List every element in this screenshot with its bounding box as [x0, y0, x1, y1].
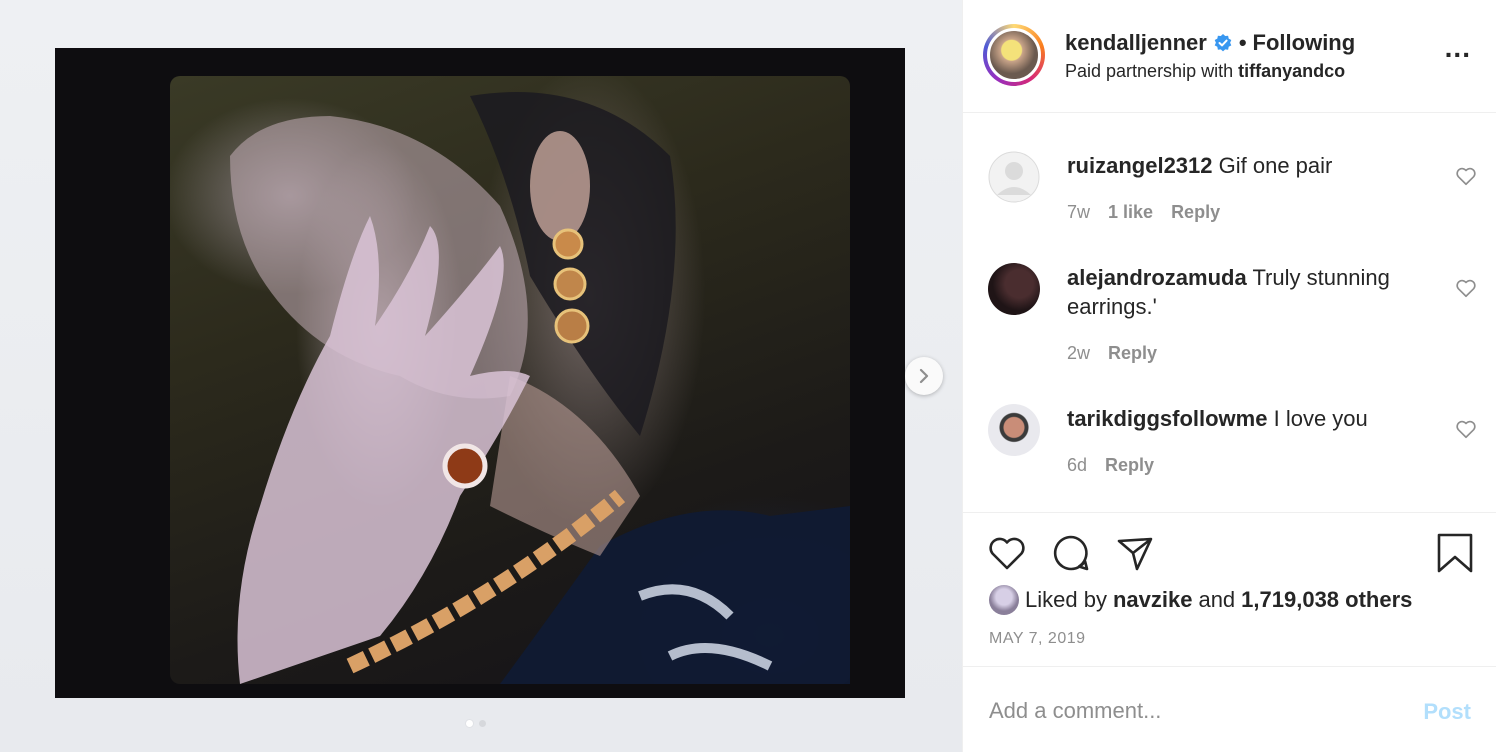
likes-summary: Liked by navzike and 1,719,038 others [989, 585, 1412, 615]
comment-text: I love you [1273, 406, 1368, 431]
comment-time[interactable]: 7w [1067, 202, 1090, 223]
author-username[interactable]: kendalljenner [1065, 30, 1207, 56]
liker-avatar[interactable] [989, 585, 1019, 615]
likes-count[interactable]: 1,719,038 others [1241, 587, 1412, 613]
partner-link[interactable]: tiffanyandco [1238, 61, 1345, 81]
comment-username[interactable]: tarikdiggsfollowme [1067, 406, 1267, 431]
default-avatar-icon [988, 151, 1040, 203]
likes-prefix: Liked by [1025, 587, 1107, 612]
post-media [0, 0, 962, 752]
comment-avatar[interactable] [988, 404, 1040, 456]
reply-button[interactable]: Reply [1105, 455, 1154, 476]
comment-time[interactable]: 6d [1067, 455, 1087, 476]
post-actions: Liked by navzike and 1,719,038 others MA… [963, 512, 1496, 753]
header-title-row: kendalljenner • Following [1065, 30, 1355, 56]
comments-list: ruizangel2312 Gif one pair 7w 1 like Rep… [963, 113, 1496, 511]
comment-username[interactable]: ruizangel2312 [1067, 153, 1213, 178]
share-icon[interactable] [1115, 533, 1155, 573]
heart-icon[interactable] [987, 533, 1027, 573]
author-avatar[interactable] [983, 24, 1045, 86]
verified-badge-icon [1214, 34, 1232, 52]
comment-body: tarikdiggsfollowme I love you [1067, 404, 1417, 433]
following-button[interactable]: Following [1253, 30, 1356, 56]
post-side-panel: kendalljenner • Following Paid partnersh… [962, 0, 1496, 752]
post-header: kendalljenner • Following Paid partnersh… [963, 0, 1496, 113]
liker-username[interactable]: navzike [1113, 587, 1193, 613]
photo-content [170, 76, 850, 684]
comment-username[interactable]: alejandrozamuda [1067, 265, 1247, 290]
chevron-right-icon [919, 368, 929, 384]
next-photo-button[interactable] [905, 357, 943, 395]
post-photo[interactable] [55, 48, 905, 698]
comment-body: alejandrozamuda Truly stunning earrings.… [1067, 263, 1417, 321]
carousel-dot-2 [479, 720, 486, 727]
photo-illustration [230, 92, 850, 684]
comment-avatar[interactable] [988, 263, 1040, 315]
comment-meta: 7w 1 like Reply [1067, 202, 1220, 223]
comment-like-icon[interactable] [1455, 418, 1477, 440]
comment-body: ruizangel2312 Gif one pair [1067, 151, 1417, 180]
post-date[interactable]: MAY 7, 2019 [989, 630, 1086, 648]
carousel-dot-1 [466, 720, 473, 727]
reply-button[interactable]: Reply [1171, 202, 1220, 223]
comment-icon[interactable] [1051, 533, 1091, 573]
more-options-icon[interactable]: ... [1445, 34, 1471, 62]
partnership-prefix: Paid partnership with [1065, 61, 1234, 81]
add-comment-bar: Post [963, 666, 1496, 754]
comment-like-icon[interactable] [1455, 277, 1477, 299]
partnership-label: Paid partnership with tiffanyandco [1065, 61, 1345, 82]
post-comment-button[interactable]: Post [1423, 699, 1471, 725]
bookmark-icon[interactable] [1435, 533, 1475, 573]
separator-bullet: • [1238, 30, 1247, 55]
comment-avatar[interactable] [988, 151, 1040, 203]
comment-text: Gif one pair [1218, 153, 1333, 178]
reply-button[interactable]: Reply [1108, 343, 1157, 364]
likes-conjunction: and [1198, 587, 1236, 612]
author-avatar-image [987, 28, 1041, 82]
carousel-indicator [466, 720, 486, 727]
comment-meta: 2w Reply [1067, 343, 1157, 364]
comment-like-icon[interactable] [1455, 165, 1477, 187]
comment-likes[interactable]: 1 like [1108, 202, 1153, 223]
comment-input[interactable] [987, 693, 1391, 729]
comment-meta: 6d Reply [1067, 455, 1154, 476]
comment-time[interactable]: 2w [1067, 343, 1090, 364]
